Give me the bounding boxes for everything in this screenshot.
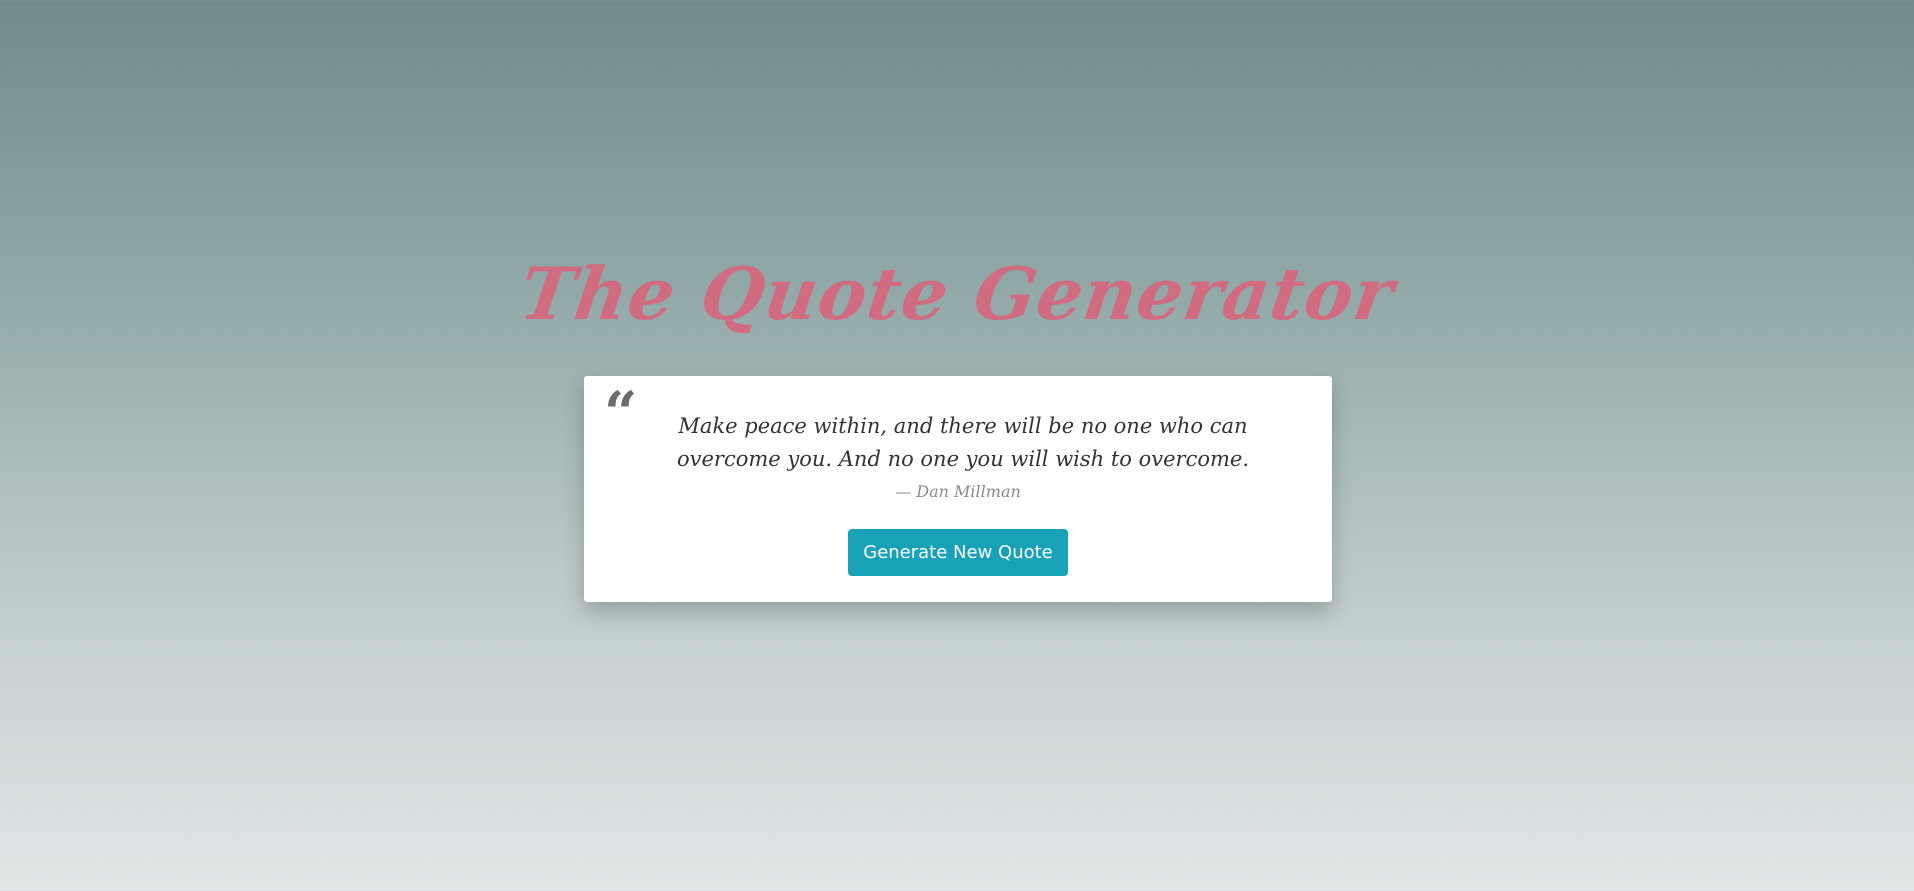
quote-author: Dan Millman: [916, 482, 1021, 501]
generate-quote-button[interactable]: Generate New Quote: [848, 529, 1068, 576]
quote-card: “ Make peace within, and there will be n…: [584, 376, 1332, 602]
author-dash: —: [895, 482, 912, 501]
page: The Quote Generator “ Make peace within,…: [0, 0, 1914, 891]
quote-text: Make peace within, and there will be no …: [676, 414, 1250, 471]
page-title: The Quote Generator: [514, 251, 1400, 336]
quote-author-line: — Dan Millman: [584, 482, 1332, 501]
quote-open-icon: “: [604, 379, 638, 447]
